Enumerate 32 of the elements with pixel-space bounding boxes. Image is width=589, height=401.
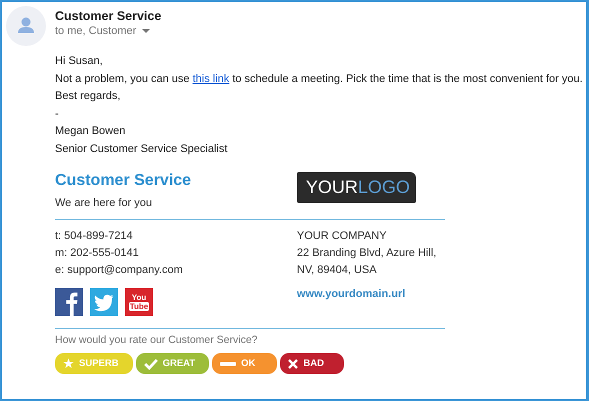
meeting-link[interactable]: this link xyxy=(192,72,230,84)
greeting: Hi Susan, xyxy=(55,54,104,69)
address-line: YOUR COMPANY xyxy=(296,229,388,244)
website-link[interactable]: www.yourdomain.url xyxy=(296,288,445,300)
check-icon xyxy=(144,358,158,370)
signature-title: Customer Service xyxy=(55,171,192,191)
message-line: Senior Customer Service Specialist xyxy=(55,142,228,156)
star-icon xyxy=(63,358,74,369)
caret-icon[interactable] xyxy=(142,29,150,33)
message-line: - xyxy=(55,106,60,122)
recipients: to me, Customer xyxy=(55,25,136,37)
company-logo: YOURLOGO xyxy=(296,172,416,203)
contact-line: e: support@company.com xyxy=(55,263,184,278)
sender-name: Customer Service xyxy=(55,8,162,24)
avatar-icon xyxy=(6,6,46,46)
rating-button[interactable]: BAD xyxy=(280,353,344,374)
rating-button[interactable]: GREAT xyxy=(136,353,210,374)
tagline: We are here for you xyxy=(55,197,154,209)
contact-line: m: 202-555-0141 xyxy=(55,246,140,261)
rating-button[interactable]: OK xyxy=(212,353,278,374)
cross-icon xyxy=(288,358,298,368)
bird-icon[interactable] xyxy=(90,288,118,316)
facebook-icon[interactable] xyxy=(55,288,83,316)
address-line: 22 Branding Blvd, Azure Hill, xyxy=(296,246,438,261)
video-icon[interactable]: You Tube xyxy=(125,288,153,316)
dash-icon xyxy=(220,362,236,366)
message-line: Best regards, xyxy=(55,89,122,104)
address-line: NV, 89404, USA xyxy=(296,263,378,278)
rating-prompt: How would you rate our Customer Service? xyxy=(55,334,259,346)
contact-line: t: 504-899-7214 xyxy=(55,229,134,244)
message-line: Megan Bowen xyxy=(55,124,126,139)
message-text: Not a problem, you can use this link to schedule a meeting. Pick the time that is the most convenient for you. xyxy=(55,72,584,86)
